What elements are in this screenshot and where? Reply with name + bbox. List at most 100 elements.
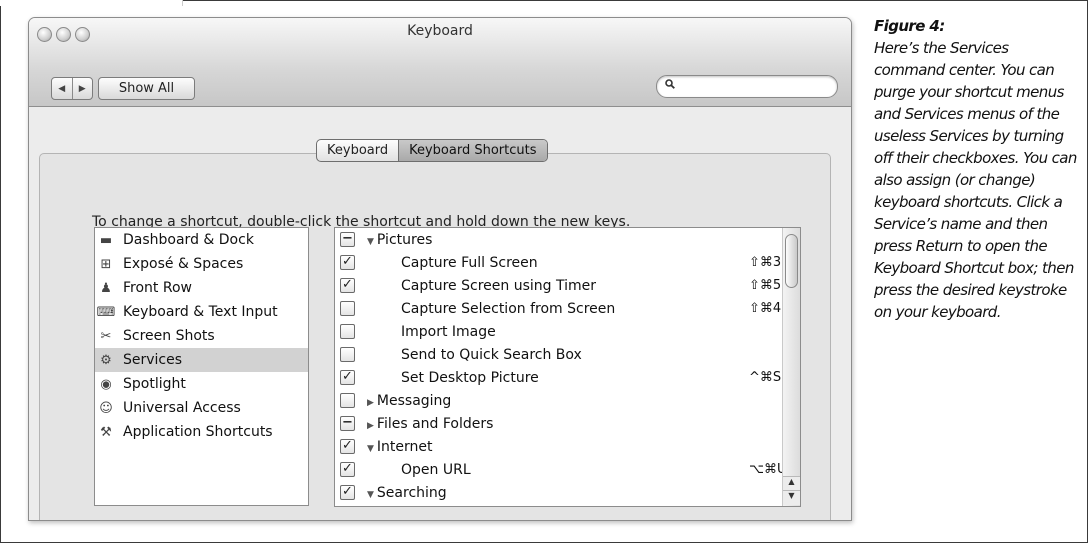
service-label: Messaging	[376, 392, 452, 409]
service-row[interactable]: ✓ Capture Full Screen ⇧⌘3	[335, 251, 800, 274]
figure-frame: Keyboard ◀ ▶ Show All Keyboard Keyboard …	[0, 0, 1088, 543]
service-row[interactable]: ✓ Capture Screen using Timer ⇧⌘5	[335, 274, 800, 297]
category-label: Spotlight	[123, 376, 186, 392]
disclosure-collapsed-icon[interactable]: ▶	[367, 398, 374, 408]
category-item[interactable]: ◉ Spotlight	[95, 372, 308, 396]
shortcut-keys[interactable]: ⌥⌘U	[749, 462, 787, 477]
keyboard-preferences-window: Keyboard ◀ ▶ Show All Keyboard Keyboard …	[28, 17, 852, 521]
scroll-up-arrow-icon[interactable]: ▲	[783, 476, 800, 491]
service-row[interactable]: Import Image	[335, 320, 800, 343]
show-all-button[interactable]: Show All	[98, 77, 195, 100]
app-shortcut-icon: ⚒	[100, 424, 112, 440]
shortcut-keys[interactable]: ⇧⌘5	[749, 278, 781, 293]
disclosure-collapsed-icon[interactable]: ▶	[367, 421, 374, 431]
service-checkbox[interactable]: ✓	[340, 462, 355, 477]
service-row[interactable]: ✓ Open URL ⌥⌘U	[335, 458, 800, 481]
service-label-wrap: ▶ Files and Folders	[367, 416, 493, 432]
category-item[interactable]: ▬ Dashboard & Dock	[95, 228, 308, 252]
screenshot-icon: ✂	[100, 328, 112, 344]
disclosure-expanded-icon[interactable]: ▼	[367, 237, 374, 247]
keyboard-icon: ⌨	[96, 304, 116, 320]
service-checkbox[interactable]	[340, 393, 355, 408]
category-item[interactable]: ✂ Screen Shots	[95, 324, 308, 348]
category-label: Universal Access	[123, 400, 241, 416]
category-label: Keyboard & Text Input	[123, 304, 278, 320]
scrollbar-thumb[interactable]	[785, 234, 798, 288]
spotlight-icon: ◉	[100, 376, 112, 392]
category-item[interactable]: ⌨ Keyboard & Text Input	[95, 300, 308, 324]
service-group-row[interactable]: − ▼ Pictures	[335, 228, 800, 251]
service-group-row[interactable]: ▶ Messaging	[335, 389, 800, 412]
category-label: Services	[123, 352, 183, 368]
service-checkbox[interactable]	[340, 347, 355, 362]
category-label: Application Shortcuts	[123, 424, 273, 440]
service-label: Set Desktop Picture	[401, 369, 539, 386]
dashboard-icon: ▬	[99, 232, 113, 248]
service-checkbox[interactable]: −	[340, 416, 355, 431]
disclosure-expanded-icon[interactable]: ▼	[367, 444, 374, 454]
shortcut-keys[interactable]: ^⌘S	[749, 370, 781, 385]
service-label-wrap: Import Image	[401, 324, 496, 340]
caption-title: Figure 4:	[874, 17, 945, 35]
service-label-wrap: Open URL	[401, 462, 471, 478]
category-list: ▬ Dashboard & Dock ⊞ Exposé & Spaces ♟ Front …	[94, 227, 309, 506]
back-arrow-icon: ◀	[58, 83, 66, 94]
service-group-row[interactable]: − ▶ Files and Folders	[335, 412, 800, 435]
back-button[interactable]: ◀	[52, 78, 72, 99]
caption-text: Here’s the Services command center. You …	[874, 39, 1077, 321]
window-title: Keyboard	[407, 23, 473, 39]
category-item[interactable]: ♟ Front Row	[95, 276, 308, 300]
service-checkbox[interactable]	[340, 301, 355, 316]
gear-icon: ⚙	[100, 352, 112, 368]
category-item[interactable]: ⚒ Application Shortcuts	[95, 420, 308, 444]
category-label: Screen Shots	[123, 328, 215, 344]
service-group-row[interactable]: ✓ ▼ Internet	[335, 435, 800, 458]
tab-bar: Keyboard Keyboard Shortcuts	[316, 139, 548, 162]
service-label: Import Image	[401, 323, 496, 340]
service-group-row[interactable]: ✓ ▼ Searching	[335, 481, 800, 504]
tab-keyboard-shortcuts[interactable]: Keyboard Shortcuts	[398, 140, 547, 161]
category-label: Dashboard & Dock	[123, 232, 254, 248]
service-label-wrap: Send to Quick Search Box	[401, 347, 582, 363]
service-checkbox[interactable]: ✓	[340, 370, 355, 385]
service-label: Capture Full Screen	[401, 254, 538, 271]
forward-button[interactable]: ▶	[71, 78, 93, 99]
service-label-wrap: ▶ Messaging	[367, 393, 451, 409]
service-checkbox[interactable]: ✓	[340, 439, 355, 454]
service-checkbox[interactable]: ✓	[340, 485, 355, 500]
category-label: Front Row	[123, 280, 192, 296]
category-item[interactable]: ☺ Universal Access	[95, 396, 308, 420]
front-row-icon: ♟	[100, 280, 112, 296]
disclosure-expanded-icon[interactable]: ▼	[367, 490, 374, 500]
service-label-wrap: ▼ Searching	[367, 485, 447, 501]
service-label: Capture Selection from Screen	[401, 300, 616, 317]
back-forward-control: ◀ ▶	[51, 77, 93, 100]
service-checkbox[interactable]: ✓	[340, 255, 355, 270]
forward-arrow-icon: ▶	[78, 83, 86, 94]
service-label-wrap: ▼ Pictures	[367, 232, 432, 248]
category-item[interactable]: ⊞ Exposé & Spaces	[95, 252, 308, 276]
service-label: Searching	[376, 484, 447, 501]
service-label: Files and Folders	[376, 415, 494, 432]
service-checkbox[interactable]	[340, 324, 355, 339]
shortcut-keys[interactable]: ⇧⌘3	[749, 255, 781, 270]
scroll-down-arrow-icon[interactable]: ▼	[783, 490, 800, 505]
shortcut-keys[interactable]: ⇧⌘4	[749, 301, 781, 316]
service-row[interactable]: Capture Selection from Screen ⇧⌘4	[335, 297, 800, 320]
service-label: Internet	[376, 438, 433, 455]
category-item[interactable]: ⚙ Services	[95, 348, 308, 372]
service-label: Send to Quick Search Box	[401, 346, 582, 363]
service-row[interactable]: ✓ Set Desktop Picture ^⌘S	[335, 366, 800, 389]
service-row[interactable]: Send to Quick Search Box	[335, 343, 800, 366]
search-input[interactable]	[656, 75, 838, 98]
title-bar: Keyboard ◀ ▶ Show All	[29, 18, 851, 107]
category-label: Exposé & Spaces	[123, 256, 244, 272]
service-checkbox[interactable]: ✓	[340, 278, 355, 293]
tab-keyboard[interactable]: Keyboard	[317, 140, 398, 161]
figure-caption: Figure 4: Here’s the Services command ce…	[874, 15, 1079, 323]
shortcut-list: − ▼ Pictures ✓ Capture Full Screen ⇧⌘3 ✓ Captur…	[334, 227, 801, 507]
vertical-scrollbar[interactable]: ▲ ▼	[782, 228, 800, 506]
service-label-wrap: Capture Screen using Timer	[401, 278, 596, 294]
service-label: Pictures	[376, 231, 433, 248]
service-checkbox[interactable]: −	[340, 232, 355, 247]
